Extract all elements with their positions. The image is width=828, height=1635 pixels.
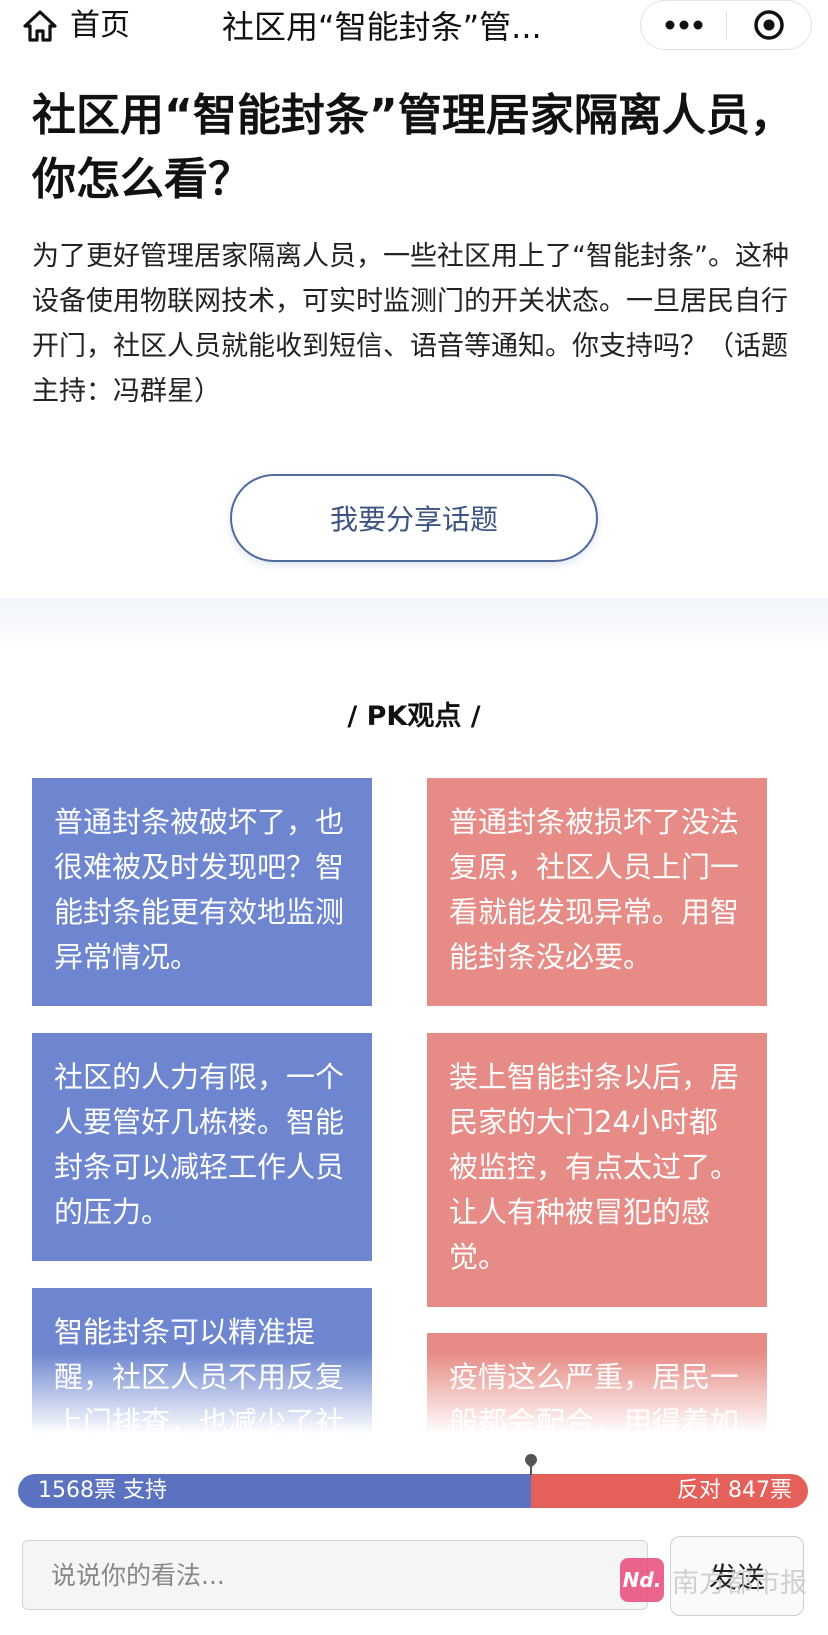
more-button[interactable] [641, 1, 726, 49]
article-intro: 为了更好管理居家隔离人员，一些社区用上了“智能封条”。这种设备使用物联网技术，可… [32, 241, 789, 407]
vote-split-marker-icon [524, 1454, 537, 1475]
comment-input[interactable] [22, 1540, 648, 1610]
section-divider [0, 598, 828, 644]
watermark-text: 南方都市报 [672, 1567, 807, 1599]
record-close-icon [754, 10, 784, 40]
publisher-logo-icon: Nd. [620, 1558, 664, 1602]
top-nav-bar: 首页 社区用“智能封条”管... [0, 0, 828, 54]
pk-section-title: / PK观点 / [347, 701, 481, 732]
home-icon [23, 10, 57, 42]
support-point-card: 社区的人力有限，一个人要管好几栋楼。智能封条可以减轻工作人员的压力。 [32, 1033, 372, 1261]
mini-program-capsule [640, 0, 812, 50]
article-headline: 社区用“智能封条”管理居家隔离人员，你怎么看？ [32, 90, 794, 205]
home-link[interactable]: 首页 [22, 6, 130, 46]
more-dots-icon [665, 20, 702, 30]
page-title: 社区用“智能封条”管... [222, 8, 542, 46]
oppose-vote-count: 反对 847票 [677, 1478, 792, 1503]
share-topic-button[interactable]: 我要分享话题 [230, 474, 598, 562]
publisher-watermark: Nd. 南方都市报 [620, 1558, 807, 1602]
oppose-point-card: 装上智能封条以后，居民家的大门24小时都被监控，有点太过了。让人有种被冒犯的感觉… [427, 1033, 767, 1307]
home-label: 首页 [70, 8, 130, 43]
support-vote-count: 1568票 支持 [38, 1478, 167, 1503]
close-button[interactable] [727, 1, 811, 49]
support-point-card: 普通封条被破坏了，也很难被及时发现吧？智能封条能更有效地监测异常情况。 [32, 778, 372, 1006]
list-fade-overlay [0, 1352, 828, 1448]
oppose-point-card: 普通封条被损坏了没法复原，社区人员上门一看就能发现异常。用智能封条没必要。 [427, 778, 767, 1006]
